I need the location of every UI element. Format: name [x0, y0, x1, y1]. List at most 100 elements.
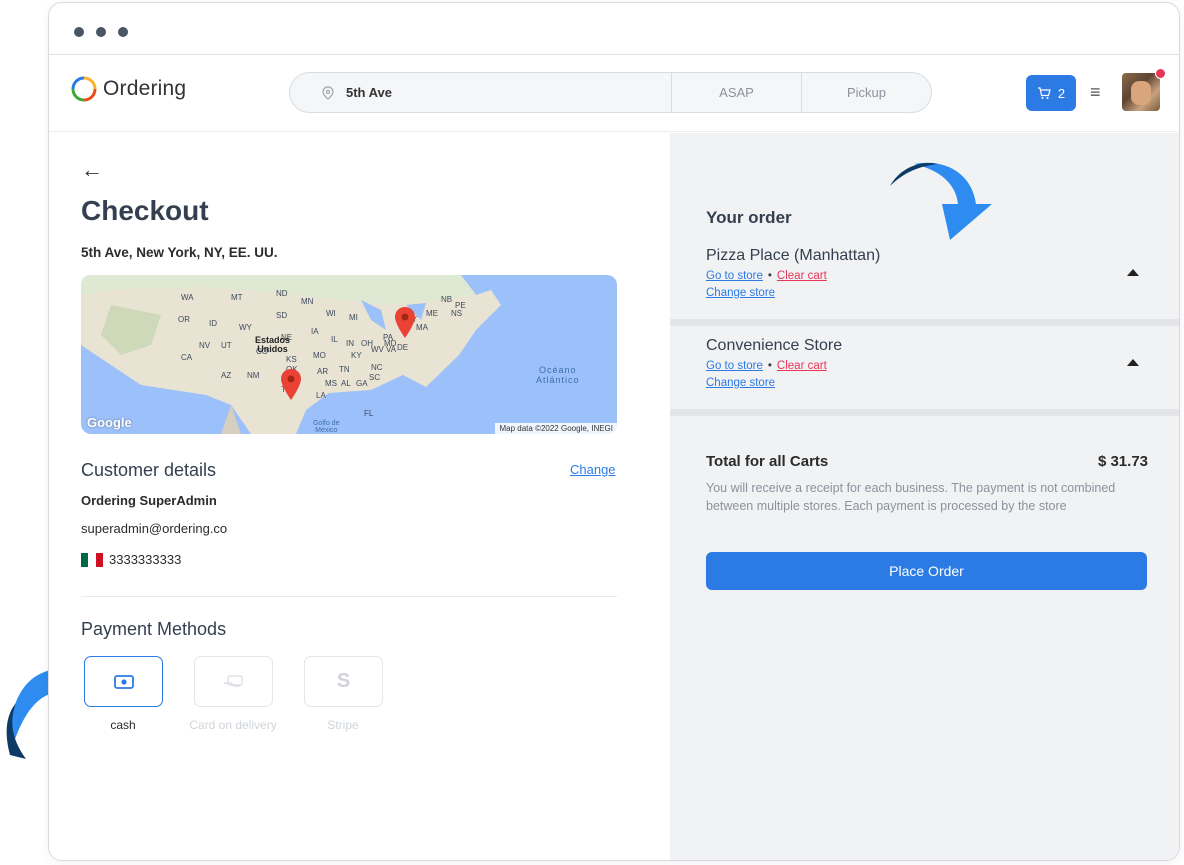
customer-details-title: Customer details — [81, 460, 217, 480]
map-state-label: NC — [371, 363, 383, 372]
phone-number: 3333333333 — [109, 552, 182, 567]
map-state-label: AZ — [221, 371, 232, 380]
map-country-label: Estados Unidos — [255, 335, 291, 354]
map-state-label: ID — [209, 319, 217, 328]
map-state-label: IL — [331, 335, 338, 344]
map-state-label: LA — [316, 391, 326, 400]
customer-email: superadmin@ordering.co — [81, 521, 228, 536]
clear-cart-link[interactable]: Clear cart — [777, 270, 827, 282]
cash-icon — [113, 674, 134, 689]
hamburger-menu-icon[interactable]: ≡ — [1090, 82, 1101, 103]
separator-dot: • — [767, 360, 772, 372]
map-state-label: MT — [231, 293, 243, 302]
store-links: Go to store • Clear cart — [706, 270, 827, 282]
map-state-label: GA — [356, 379, 368, 388]
location-pin-icon — [322, 85, 334, 100]
map-state-label: CA — [181, 353, 193, 362]
payment-method-stripe[interactable]: S — [304, 656, 383, 707]
receipt-note: You will receive a receipt for each busi… — [706, 481, 1116, 513]
map-attribution: Map data ©2022 Google, INEGI — [495, 423, 617, 434]
total-label: Total for all Carts — [706, 453, 829, 470]
change-customer-link[interactable]: Change — [570, 462, 616, 477]
order-context-bar: 5th Ave ASAP Pickup — [289, 72, 932, 113]
page-title: Checkout — [81, 195, 209, 226]
cart-icon — [1037, 86, 1051, 99]
map-state-label: KY — [351, 351, 362, 360]
change-store-link[interactable]: Change store — [706, 287, 775, 299]
notification-badge — [1155, 68, 1166, 79]
map-state-label: ND — [276, 289, 288, 298]
total-value: $ 31.73 — [1097, 453, 1148, 470]
store-name: Pizza Place (Manhattan) — [706, 247, 881, 264]
customer-name: Ordering SuperAdmin — [81, 493, 217, 508]
map-state-label: NV — [199, 341, 211, 350]
map-state-label: WA — [181, 293, 194, 302]
map-ocean-label: Océano Atlántico — [536, 365, 580, 385]
logo[interactable]: Ordering — [71, 76, 186, 102]
customer-phone: 3333333333 — [81, 552, 181, 567]
cart-separator — [670, 319, 1179, 326]
map-state-label: WY — [239, 323, 252, 332]
store-links: Change store — [706, 287, 775, 299]
map-state-label: TN — [339, 365, 350, 374]
payment-method-label: cash — [110, 718, 136, 732]
header: Ordering 5th Ave ASAP Pickup 2 ≡ — [49, 56, 1179, 132]
payment-methods-title: Payment Methods — [81, 619, 227, 639]
collapse-caret-icon[interactable] — [1127, 269, 1139, 276]
order-type-selector[interactable]: Pickup — [802, 73, 931, 112]
map-state-label: IA — [311, 327, 319, 336]
logo-text: Ordering — [103, 77, 187, 100]
separator-dot: • — [767, 270, 772, 282]
payment-method-cash[interactable] — [84, 656, 163, 707]
go-to-store-link[interactable]: Go to store — [706, 360, 763, 372]
stripe-icon: S — [336, 670, 351, 692]
map-state-label: NB — [441, 295, 453, 304]
decorative-arrow-top — [890, 162, 992, 240]
avatar[interactable] — [1122, 68, 1166, 111]
map-state-label: WI — [326, 309, 336, 318]
store-links: Change store — [706, 377, 775, 389]
checkout-panel: ← Checkout 5th Ave, New York, NY, EE. UU… — [49, 133, 669, 860]
payment-method-label: Card on delivery — [189, 718, 277, 732]
place-order-button[interactable]: Place Order — [706, 552, 1147, 590]
delivery-address: 5th Ave, New York, NY, EE. UU. — [81, 245, 278, 260]
clear-cart-link[interactable]: Clear cart — [777, 360, 827, 372]
back-arrow-icon[interactable]: ← — [81, 157, 103, 183]
map-state-label: SC — [369, 373, 381, 382]
map-state-label: AR — [317, 367, 329, 376]
payment-method-label: Stripe — [327, 718, 359, 732]
map-state-label: KS — [286, 355, 297, 364]
map-state-label: MN — [301, 297, 314, 306]
cart-separator — [670, 409, 1179, 416]
window-dot — [118, 27, 128, 37]
map[interactable]: WA MT ND MN WI MI OR ID SD WY NE IA IL I… — [81, 275, 617, 434]
map-state-label: AL — [341, 379, 351, 388]
map-marker-icon[interactable] — [394, 307, 416, 339]
store-links: Go to store • Clear cart — [706, 360, 827, 372]
card-icon — [223, 674, 243, 687]
time-selector[interactable]: ASAP — [672, 73, 802, 112]
divider — [81, 596, 617, 597]
address-selector[interactable]: 5th Ave — [290, 73, 672, 112]
map-state-label: SD — [276, 311, 288, 320]
map-state-label: MS — [325, 379, 337, 388]
map-state-label: MA — [416, 323, 428, 332]
collapse-caret-icon[interactable] — [1127, 359, 1139, 366]
change-store-link[interactable]: Change store — [706, 377, 775, 389]
address-value: 5th Ave — [346, 85, 392, 100]
map-state-label: MO — [313, 351, 326, 360]
map-state-label: DE — [397, 343, 409, 352]
order-summary-panel: Your order Pizza Place (Manhattan) Go to… — [670, 133, 1179, 860]
cart-button[interactable]: 2 — [1026, 75, 1076, 111]
logo-icon — [71, 76, 97, 102]
map-state-label: FL — [364, 409, 374, 418]
mexico-flag-icon — [81, 552, 103, 567]
payment-method-card-on-delivery[interactable] — [194, 656, 273, 707]
map-state-label: MI — [349, 313, 358, 322]
store-name: Convenience Store — [706, 337, 843, 354]
avatar-face — [1131, 81, 1151, 105]
map-state-label: ME — [426, 309, 438, 318]
go-to-store-link[interactable]: Go to store — [706, 270, 763, 282]
map-state-label: IN — [346, 339, 354, 348]
map-marker-icon[interactable] — [280, 369, 302, 401]
